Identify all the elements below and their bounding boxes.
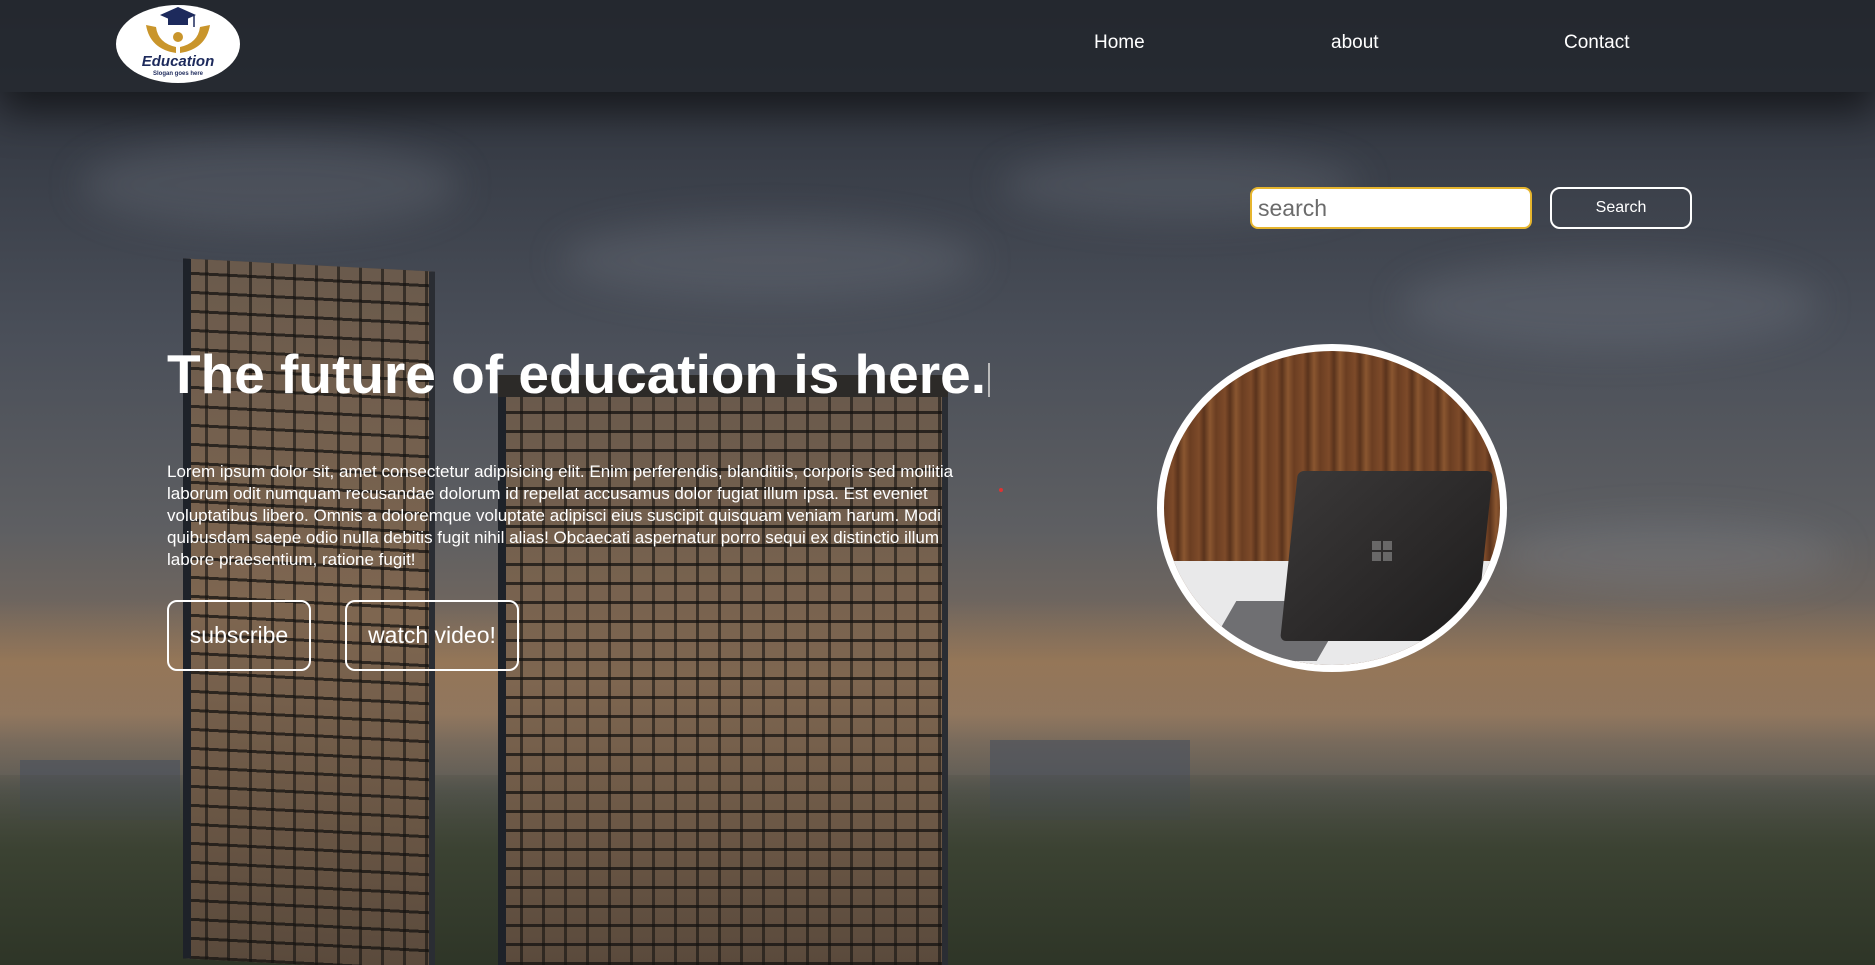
graduation-cap-hands-icon <box>146 7 210 53</box>
red-dot-marker <box>999 488 1003 492</box>
search-button[interactable]: Search <box>1550 187 1692 229</box>
background-cloud <box>1400 260 1820 350</box>
nav-link-home[interactable]: Home <box>1094 32 1145 54</box>
hero-image-content <box>1164 351 1500 665</box>
laptop-on-table-image <box>1157 344 1507 672</box>
logo-brand-text: Education <box>141 53 215 70</box>
background-cloud <box>80 140 460 230</box>
search-input[interactable] <box>1250 187 1532 229</box>
watch-video-button[interactable]: watch video! <box>345 600 519 671</box>
subscribe-button[interactable]: subscribe <box>167 600 311 671</box>
logo[interactable]: Education Slogan goes here <box>116 5 240 83</box>
nav-link-about[interactable]: about <box>1331 32 1379 54</box>
logo-slogan-text: Slogan goes here <box>152 71 203 77</box>
background-cloud <box>1500 520 1840 590</box>
hero-title: The future of education is here. <box>167 342 990 406</box>
hero-description: Lorem ipsum dolor sit, amet consectetur … <box>167 462 954 569</box>
nav-link-contact[interactable]: Contact <box>1564 32 1629 54</box>
windows-logo-icon <box>1372 541 1392 561</box>
text-cursor <box>987 363 990 397</box>
background-cloud <box>560 220 980 300</box>
hero-title-text: The future of education is here. <box>167 343 986 405</box>
page: Education Slogan goes here Home about Co… <box>0 0 1875 965</box>
header-bar: Education Slogan goes here Home about Co… <box>0 0 1875 92</box>
